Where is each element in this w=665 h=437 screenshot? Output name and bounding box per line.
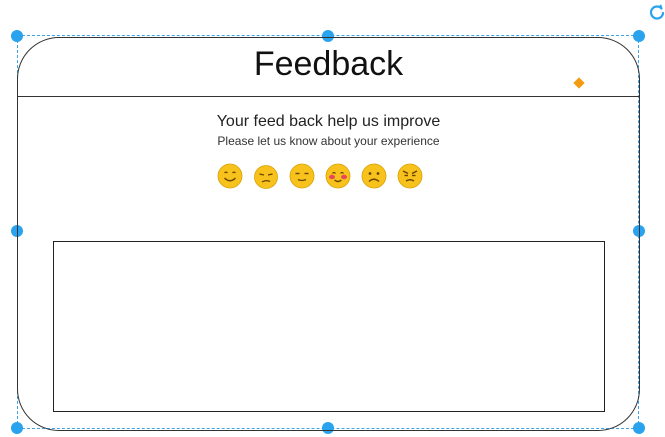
- header-divider: [18, 96, 640, 97]
- smile-icon[interactable]: [217, 163, 243, 189]
- page-title: Feedback: [253, 45, 404, 83]
- resize-handle-top-right[interactable]: [633, 30, 645, 42]
- resize-handle-bottom-right[interactable]: [633, 422, 645, 434]
- emoji-rating-row: [217, 163, 423, 191]
- unamused-icon[interactable]: [253, 163, 279, 189]
- feedback-subheading: Please let us know about your experience: [217, 134, 440, 148]
- resize-handle-top-left[interactable]: [11, 30, 23, 42]
- blush-icon[interactable]: [325, 163, 351, 189]
- angry-icon[interactable]: [397, 163, 423, 189]
- resize-handle-bottom-left[interactable]: [11, 422, 23, 434]
- frown-icon[interactable]: [361, 163, 387, 189]
- feedback-textarea[interactable]: [53, 241, 605, 412]
- rotate-icon[interactable]: [648, 3, 665, 21]
- relieved-icon[interactable]: [289, 163, 315, 189]
- feedback-heading: Your feed back help us improve: [216, 113, 441, 130]
